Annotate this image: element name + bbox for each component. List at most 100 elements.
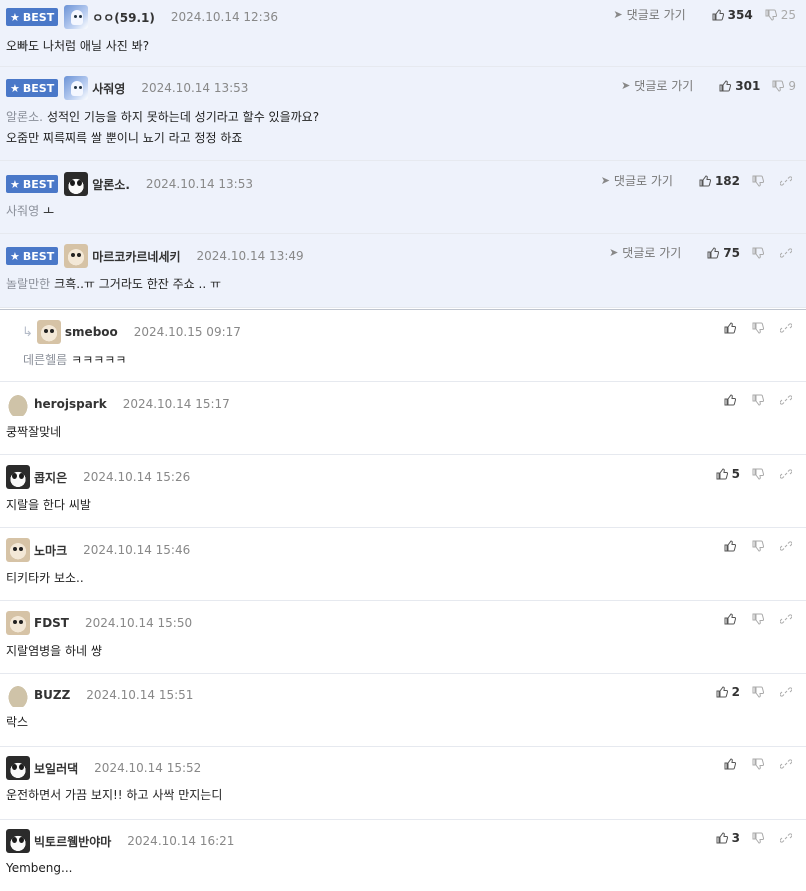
avatar[interactable] <box>6 611 30 635</box>
share-link-button[interactable] <box>780 468 796 480</box>
downvote-button[interactable] <box>752 613 768 625</box>
comment-date: 2024.10.14 13:49 <box>196 249 304 263</box>
avatar[interactable] <box>6 392 30 416</box>
comment-item: BUZZ 2024.10.14 15:51 2 락스 <box>0 674 806 747</box>
avatar[interactable] <box>64 76 89 100</box>
nickname[interactable]: 사줘영 <box>92 80 125 97</box>
thumbs-down-icon <box>752 832 764 844</box>
upvote-button[interactable] <box>724 758 740 770</box>
thumbs-up-icon <box>724 540 736 552</box>
share-link-button[interactable] <box>780 832 796 844</box>
downvote-button[interactable] <box>752 540 768 552</box>
avatar[interactable] <box>6 683 30 707</box>
thumbs-up-icon <box>699 174 711 186</box>
go-to-reply-link[interactable]: ➤ 댓글로 가기 <box>601 172 673 189</box>
share-link-button[interactable] <box>780 613 796 625</box>
share-link-button[interactable] <box>780 540 796 552</box>
comment-text: 지랄을 한다 씨발 <box>6 498 91 512</box>
quoted-user[interactable]: 놀랄만한 <box>6 277 50 291</box>
share-link-button[interactable] <box>780 247 796 259</box>
thumbs-down-icon <box>752 247 764 259</box>
downvote-button[interactable]: 9 <box>772 79 796 93</box>
quoted-user[interactable]: 사줘영 <box>6 204 39 218</box>
avatar[interactable] <box>6 465 30 489</box>
nickname[interactable]: FDST <box>34 616 69 630</box>
comment-text: ㅋㅋㅋㅋㅋ <box>71 353 127 367</box>
star-icon: ★ <box>10 81 20 95</box>
comment-date: 2024.10.14 16:21 <box>127 834 235 848</box>
comment-text: 지랄염병을 하네 썅 <box>6 644 102 658</box>
upvote-button[interactable]: 182 <box>699 174 740 188</box>
share-link-button[interactable] <box>780 686 796 698</box>
avatar[interactable] <box>64 5 89 29</box>
quoted-user[interactable]: 데른헬름 <box>23 353 67 367</box>
comment-text: Yembeng... <box>6 861 73 875</box>
downvote-button[interactable] <box>752 175 768 187</box>
downvote-button[interactable] <box>752 322 768 334</box>
go-to-reply-link[interactable]: ➤ 댓글로 가기 <box>613 6 685 23</box>
upvote-count: 5 <box>731 467 740 481</box>
avatar[interactable] <box>36 320 61 344</box>
upvote-count: 182 <box>714 173 740 188</box>
thumbs-down-icon <box>752 468 764 480</box>
thumbs-up-icon <box>716 468 728 480</box>
downvote-button[interactable] <box>752 758 768 770</box>
thumbs-down-icon <box>752 322 764 334</box>
upvote-button[interactable] <box>724 322 740 334</box>
nickname[interactable]: 콥지은 <box>34 469 67 486</box>
thumbs-down-icon <box>752 686 764 698</box>
nickname[interactable]: ㅇㅇ(59.1) <box>92 9 155 26</box>
avatar[interactable] <box>6 829 30 853</box>
comment-text: 크흑..ㅠ 그거라도 한잔 주쇼 .. ㅠ <box>54 277 221 291</box>
upvote-button[interactable]: 3 <box>716 831 740 845</box>
upvote-button[interactable]: 75 <box>707 246 740 260</box>
link-icon <box>780 247 792 258</box>
go-to-reply-link[interactable]: ➤ 댓글로 가기 <box>621 77 693 94</box>
nickname[interactable]: smeboo <box>65 325 118 339</box>
avatar[interactable] <box>64 244 89 268</box>
upvote-button[interactable]: 2 <box>716 685 740 699</box>
nickname[interactable]: 보일러댁 <box>34 760 78 777</box>
thumbs-down-icon <box>752 175 764 187</box>
comment-item: ★ BEST 마르코카르네세키 2024.10.14 13:49 ➤ 댓글로 가기 … <box>0 234 806 308</box>
upvote-count: 3 <box>731 831 740 845</box>
share-link-button[interactable] <box>780 758 796 770</box>
nickname[interactable]: 알론소. <box>92 176 130 193</box>
upvote-button[interactable]: 301 <box>719 79 760 93</box>
star-icon: ★ <box>10 177 20 191</box>
upvote-button[interactable]: 354 <box>712 8 753 22</box>
share-link-button[interactable] <box>780 175 796 187</box>
comment-text: ㅗ <box>43 204 55 218</box>
upvote-button[interactable] <box>724 613 740 625</box>
go-to-reply-link[interactable]: ➤ 댓글로 가기 <box>609 244 681 261</box>
downvote-button[interactable] <box>752 468 768 480</box>
share-link-button[interactable] <box>780 394 796 406</box>
thumbs-down-icon <box>772 80 785 92</box>
nickname[interactable]: BUZZ <box>34 688 70 702</box>
comment-text: 쿵짝잘맞네 <box>6 425 62 439</box>
downvote-button[interactable] <box>752 686 768 698</box>
quoted-user[interactable]: 알론소. <box>6 110 43 124</box>
nickname[interactable]: herojspark <box>34 397 107 411</box>
avatar[interactable] <box>64 172 89 196</box>
upvote-button[interactable]: 5 <box>716 467 740 481</box>
share-link-button[interactable] <box>780 322 796 334</box>
downvote-button[interactable] <box>752 832 768 844</box>
nickname[interactable]: 마르코카르네세키 <box>92 248 180 265</box>
comment-item: FDST 2024.10.14 15:50 지랄염병을 하네 썅 <box>0 601 806 674</box>
comment-item: 콥지은 2024.10.14 15:26 5 지랄을 한다 씨발 <box>0 455 806 528</box>
avatar[interactable] <box>6 756 30 780</box>
nickname[interactable]: 노마크 <box>34 542 67 559</box>
downvote-button[interactable] <box>752 394 768 406</box>
thumbs-down-icon <box>752 613 764 625</box>
avatar[interactable] <box>6 538 30 562</box>
nickname[interactable]: 빅토르웸반야마 <box>34 833 111 850</box>
upvote-button[interactable] <box>724 394 740 406</box>
upvote-count: 2 <box>731 685 740 699</box>
comment-date: 2024.10.14 12:36 <box>170 10 278 24</box>
downvote-button[interactable] <box>752 247 768 259</box>
comment-item: 노마크 2024.10.14 15:46 티키타카 보소.. <box>0 528 806 601</box>
upvote-button[interactable] <box>724 540 740 552</box>
comment-date: 2024.10.14 15:17 <box>122 397 230 411</box>
downvote-button[interactable]: 25 <box>765 8 796 22</box>
